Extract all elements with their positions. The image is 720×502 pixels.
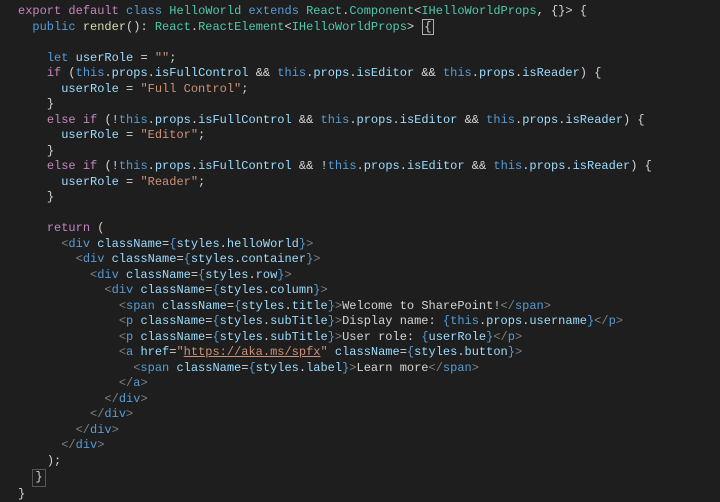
code-line: <p className={styles.subTitle}>User role… xyxy=(0,330,720,346)
code-line: } xyxy=(0,97,720,113)
code-line: } xyxy=(0,190,720,206)
code-line: <div className={styles.helloWorld}> xyxy=(0,237,720,253)
code-line: </div> xyxy=(0,423,720,439)
code-line: </div> xyxy=(0,392,720,408)
code-line: </div> xyxy=(0,438,720,454)
code-line: </div> xyxy=(0,407,720,423)
code-line: } xyxy=(0,469,720,487)
code-line: userRole = "Full Control"; xyxy=(0,82,720,98)
code-line xyxy=(0,35,720,51)
code-line: else if (!this.props.isFullControl && !t… xyxy=(0,159,720,175)
code-line: public render(): React.ReactElement<IHel… xyxy=(0,20,720,36)
code-line: <p className={styles.subTitle}>Display n… xyxy=(0,314,720,330)
code-line: let userRole = ""; xyxy=(0,51,720,67)
code-line: } xyxy=(0,487,720,502)
code-line: } xyxy=(0,144,720,160)
code-line: userRole = "Editor"; xyxy=(0,128,720,144)
code-line: export default class HelloWorld extends … xyxy=(0,4,720,20)
code-line: <span className={styles.title}>Welcome t… xyxy=(0,299,720,315)
code-line: if (this.props.isFullControl && this.pro… xyxy=(0,66,720,82)
code-line: return ( xyxy=(0,221,720,237)
code-line: <div className={styles.column}> xyxy=(0,283,720,299)
code-line: <div className={styles.row}> xyxy=(0,268,720,284)
code-line: </a> xyxy=(0,376,720,392)
code-line: <a href="https://aka.ms/spfx" className=… xyxy=(0,345,720,361)
code-line: ); xyxy=(0,454,720,470)
code-line xyxy=(0,206,720,222)
code-line: else if (!this.props.isFullControl && th… xyxy=(0,113,720,129)
code-editor: export default class HelloWorld extends … xyxy=(0,4,720,502)
code-line: userRole = "Reader"; xyxy=(0,175,720,191)
code-line: <div className={styles.container}> xyxy=(0,252,720,268)
code-line: <span className={styles.label}>Learn mor… xyxy=(0,361,720,377)
